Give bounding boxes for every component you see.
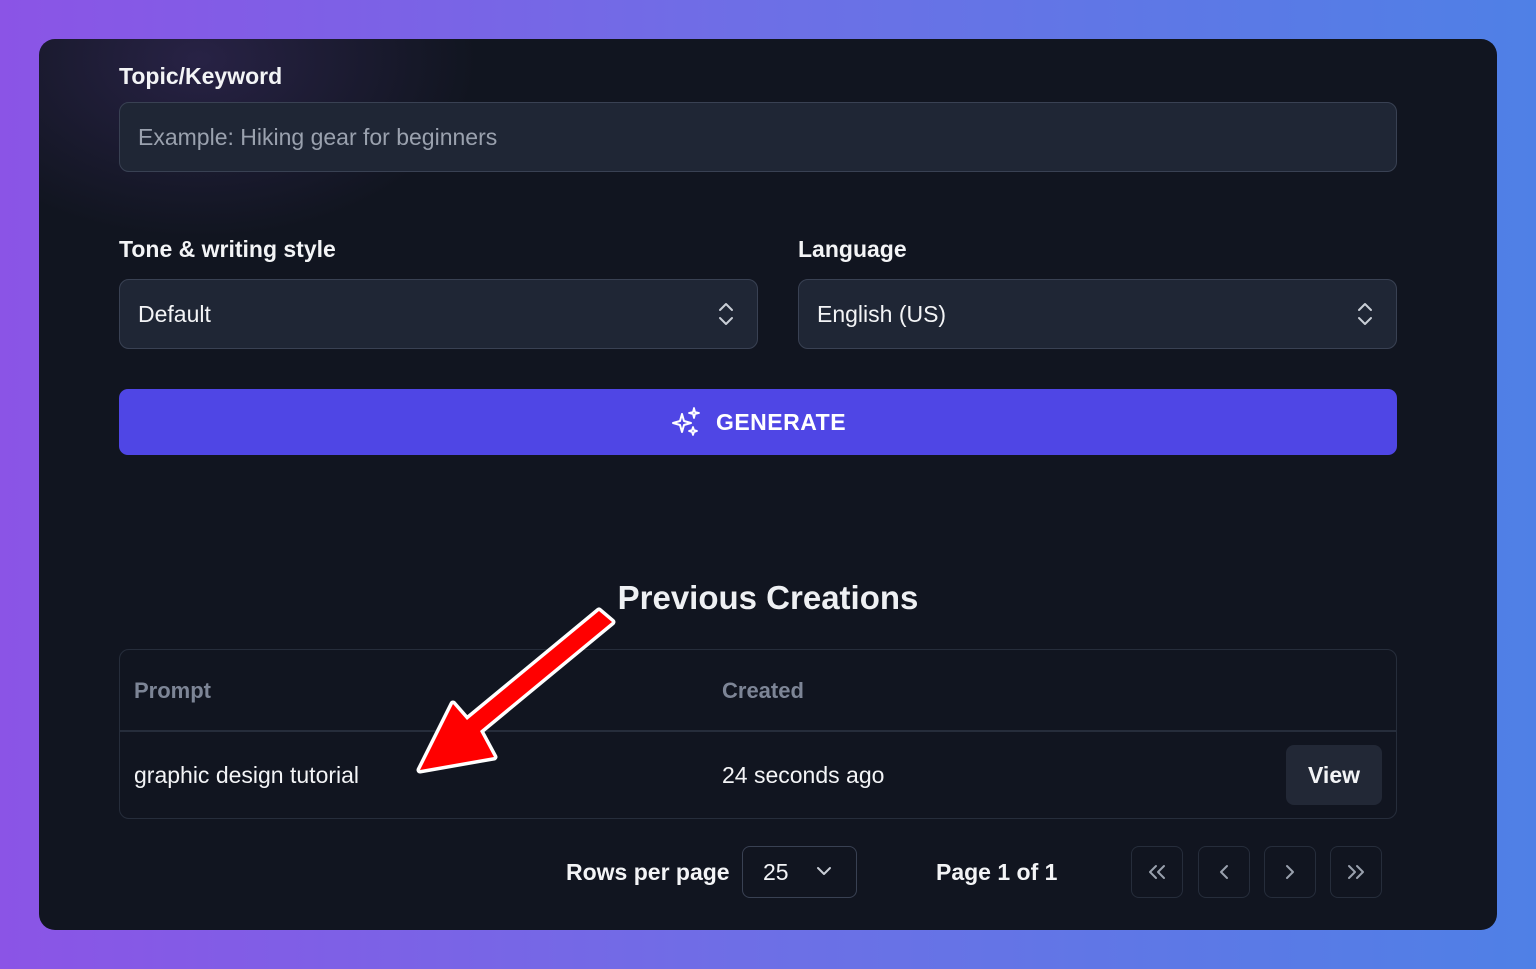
section-title: Previous Creations (617, 579, 919, 616)
topic-input[interactable] (138, 123, 1396, 151)
tone-select-value: Default (138, 300, 211, 327)
chevron-up-down-icon (1358, 303, 1372, 325)
view-button[interactable]: View (1286, 745, 1382, 805)
header-divider (120, 730, 1396, 732)
generate-button-label: GENERATE (715, 408, 847, 435)
language-label: Language (798, 236, 907, 262)
rows-per-page-value: 25 (763, 858, 789, 885)
sparkles-icon (671, 407, 700, 436)
language-select-value: English (US) (817, 300, 947, 327)
row-prompt: graphic design tutorial (134, 762, 360, 788)
next-page-button[interactable] (1264, 846, 1316, 898)
row-created: 24 seconds ago (722, 762, 885, 788)
prev-page-button[interactable] (1198, 846, 1250, 898)
topic-field[interactable] (119, 102, 1397, 172)
rows-per-page-label: Rows per page (566, 859, 730, 885)
first-page-button[interactable] (1131, 846, 1183, 898)
chevron-down-icon (817, 867, 831, 875)
topic-label: Topic/Keyword (119, 63, 283, 89)
column-header-prompt: Prompt (134, 678, 211, 703)
tone-select[interactable]: Default (119, 279, 758, 349)
generate-button[interactable]: GENERATE (119, 389, 1397, 455)
chevron-up-down-icon (719, 303, 733, 325)
chevrons-left-icon (1149, 865, 1165, 879)
column-header-created: Created (722, 678, 804, 703)
language-select[interactable]: English (US) (798, 279, 1397, 349)
chevrons-right-icon (1348, 865, 1364, 879)
generator-card: Topic/Keyword Tone & writing style Defau… (39, 39, 1497, 930)
chevron-left-icon (1220, 865, 1228, 879)
page-status: Page 1 of 1 (936, 859, 1058, 885)
last-page-button[interactable] (1330, 846, 1382, 898)
tone-label: Tone & writing style (119, 236, 336, 262)
chevron-right-icon (1286, 865, 1294, 879)
history-table: Prompt Created graphic design tutorial 2… (119, 649, 1397, 819)
rows-per-page-select[interactable]: 25 (742, 846, 857, 898)
